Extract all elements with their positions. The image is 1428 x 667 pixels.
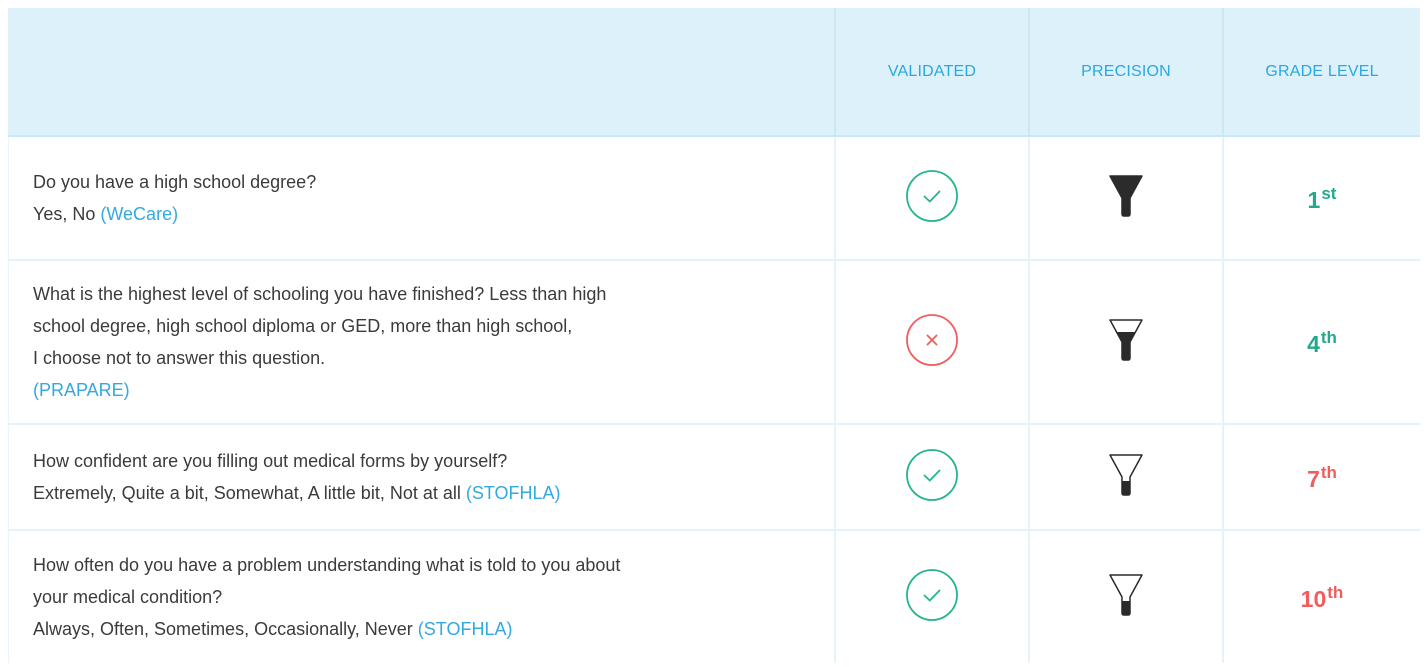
grade-cell: 4th [1224, 261, 1420, 423]
grade-level: 10th [1301, 584, 1344, 611]
header-precision: PRECISION [1030, 8, 1224, 135]
answer-options: Extremely, Quite a bit, Somewhat, A litt… [33, 477, 834, 509]
answer-options: Yes, No (WeCare) [33, 198, 834, 230]
precision-cell [1030, 137, 1224, 259]
table-row: How confident are you filling out medica… [8, 425, 1420, 531]
question-cell: Do you have a high school degree? Yes, N… [8, 137, 836, 259]
question-cell: How confident are you filling out medica… [8, 425, 836, 529]
answer-options-text: I choose not to answer this question. [33, 348, 326, 368]
grade-cell: 7th [1224, 425, 1420, 529]
question-text: What is the highest level of schooling y… [33, 284, 607, 304]
funnel-empty-icon [1108, 453, 1144, 502]
header-grade-level: GRADE LEVEL [1265, 62, 1379, 80]
funnel-half-icon [1108, 318, 1144, 367]
validated-cell [836, 137, 1030, 259]
answer-options-text: Yes, No [33, 204, 101, 224]
header-corner-cell [8, 8, 836, 135]
grade-number: 7 [1307, 465, 1320, 492]
source-link[interactable]: (STOFHLA) [466, 483, 561, 503]
question-text: Do you have a high school degree? [33, 172, 317, 192]
grade-level: 7th [1307, 464, 1337, 491]
source-link[interactable]: (STOFHLA) [418, 619, 513, 639]
grade-suffix: th [1320, 327, 1337, 347]
question-cell: How often do you have a problem understa… [8, 531, 836, 663]
validated-cell [836, 261, 1030, 423]
screening-questions-table: VALIDATED PRECISION GRADE LEVEL Do you h… [8, 8, 1420, 663]
grade-number: 10 [1300, 585, 1327, 612]
question-cell: What is the highest level of schooling y… [8, 261, 836, 423]
grade-suffix: th [1320, 462, 1337, 482]
grade-number: 1 [1307, 186, 1321, 213]
validated-cell [836, 531, 1030, 663]
precision-cell [1030, 261, 1224, 423]
table-row: What is the highest level of schooling y… [8, 261, 1420, 425]
grade-suffix: th [1327, 582, 1344, 602]
source-link[interactable]: (WeCare) [100, 204, 178, 224]
grade-level: 1st [1308, 185, 1337, 212]
precision-cell [1030, 425, 1224, 529]
table-row: How often do you have a problem understa… [8, 531, 1420, 663]
answer-options-text: Extremely, Quite a bit, Somewhat, A litt… [33, 483, 466, 503]
grade-number: 4 [1307, 330, 1320, 357]
funnel-empty-icon [1108, 573, 1144, 622]
source-link[interactable]: (PRAPARE) [33, 374, 834, 406]
grade-suffix: st [1321, 183, 1337, 203]
check-circle-icon [905, 169, 959, 228]
header-validated: VALIDATED [836, 8, 1030, 135]
x-circle-icon [905, 313, 959, 372]
question-text: your medical condition? [33, 587, 223, 607]
check-circle-icon [905, 448, 959, 507]
table-row: Do you have a high school degree? Yes, N… [8, 137, 1420, 261]
question-text: How often do you have a problem understa… [33, 555, 621, 575]
grade-level: 4th [1307, 329, 1337, 356]
answer-options: Always, Often, Sometimes, Occasionally, … [33, 613, 834, 645]
check-circle-icon [905, 568, 959, 627]
grade-cell: 1st [1224, 137, 1420, 259]
table-header-row: VALIDATED PRECISION GRADE LEVEL [8, 8, 1420, 137]
question-text: How confident are you filling out medica… [33, 451, 508, 471]
precision-cell [1030, 531, 1224, 663]
question-text: school degree, high school diploma or GE… [33, 316, 573, 336]
answer-options-text: Always, Often, Sometimes, Occasionally, … [33, 619, 418, 639]
funnel-full-icon [1108, 174, 1144, 223]
grade-cell: 10th [1224, 531, 1420, 663]
validated-cell [836, 425, 1030, 529]
